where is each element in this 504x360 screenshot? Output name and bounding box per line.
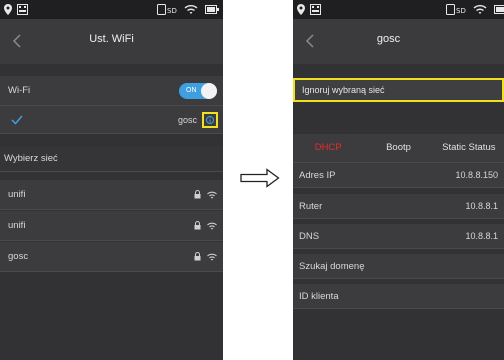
network-details-screen: SD gosc Ignoruj wybraną sieć DHCP Bootp …	[293, 0, 504, 360]
info-icon-highlight[interactable]	[202, 112, 218, 128]
wifi-icon	[473, 5, 487, 14]
detail-row-search-domain[interactable]: Szukaj domenę	[293, 254, 504, 279]
row-label: Adres IP	[299, 170, 336, 181]
location-pin-icon	[297, 4, 305, 15]
ignore-network-button[interactable]: Ignoruj wybraną sieć	[293, 78, 504, 102]
network-name: gosc	[8, 251, 29, 262]
title-bar: gosc	[293, 19, 504, 64]
page-title: Ust. WiFi	[89, 33, 134, 45]
row-label: ID klienta	[299, 291, 339, 302]
row-value: 10.8.8.1	[465, 231, 498, 241]
detail-row-router: Ruter 10.8.8.1	[293, 194, 504, 219]
network-row[interactable]: gosc	[0, 242, 223, 272]
network-row[interactable]: unifi	[0, 211, 223, 241]
network-name: unifi	[8, 189, 26, 200]
detail-row-client-id[interactable]: ID klienta	[293, 284, 504, 309]
detail-row-dns: DNS 10.8.8.1	[293, 224, 504, 249]
toggle-knob	[201, 83, 217, 99]
wifi-icon	[184, 5, 198, 14]
connected-network-row[interactable]: gosc	[0, 106, 223, 134]
row-value: 10.8.8.150	[455, 170, 498, 180]
tab-static-status[interactable]: Static Status	[434, 134, 504, 162]
battery-icon	[494, 5, 504, 14]
arrow-right-icon	[240, 168, 280, 188]
location-pin-icon	[4, 4, 12, 15]
svg-text:SD: SD	[167, 7, 177, 15]
row-label: Szukaj domenę	[299, 261, 365, 272]
svg-text:SD: SD	[456, 7, 466, 15]
row-value: 10.8.8.1	[465, 201, 498, 211]
wifi-toggle[interactable]: ON	[179, 83, 217, 99]
keyboard-icon	[310, 4, 321, 15]
network-row[interactable]: unifi	[0, 180, 223, 210]
sd-card-icon: SD	[446, 4, 466, 15]
network-name: unifi	[8, 220, 26, 231]
wifi-icon	[207, 222, 217, 229]
wifi-settings-screen: SD Ust. WiFi Wi-Fi ON gosc Wybierz sieć …	[0, 0, 223, 360]
row-label: DNS	[299, 231, 320, 242]
wifi-toggle-row[interactable]: Wi-Fi ON	[0, 76, 223, 106]
lock-icon	[194, 252, 201, 261]
detail-row-ip: Adres IP 10.8.8.150	[293, 163, 504, 188]
ip-mode-tabs: DHCP Bootp Static Status	[293, 134, 504, 163]
checkmark-icon	[11, 115, 23, 125]
connected-ssid: gosc	[177, 115, 197, 125]
wifi-icon	[207, 253, 217, 260]
wifi-label: Wi-Fi	[8, 85, 31, 96]
toggle-label: ON	[186, 87, 197, 94]
status-bar: SD	[0, 0, 223, 19]
battery-icon	[205, 5, 219, 14]
wifi-icon	[207, 191, 217, 198]
keyboard-icon	[17, 4, 28, 15]
choose-network-header: Wybierz sieć	[0, 146, 223, 172]
lock-icon	[194, 190, 201, 199]
title-bar: Ust. WiFi	[0, 19, 223, 64]
choose-network-label: Wybierz sieć	[4, 153, 58, 164]
row-label: Ruter	[299, 201, 323, 212]
tab-dhcp[interactable]: DHCP	[293, 134, 363, 162]
page-title: gosc	[376, 33, 401, 45]
sd-card-icon: SD	[157, 4, 177, 15]
info-icon[interactable]	[206, 116, 214, 124]
lock-icon	[194, 221, 201, 230]
status-bar: SD	[293, 0, 504, 19]
tab-bootp[interactable]: Bootp	[363, 134, 433, 162]
